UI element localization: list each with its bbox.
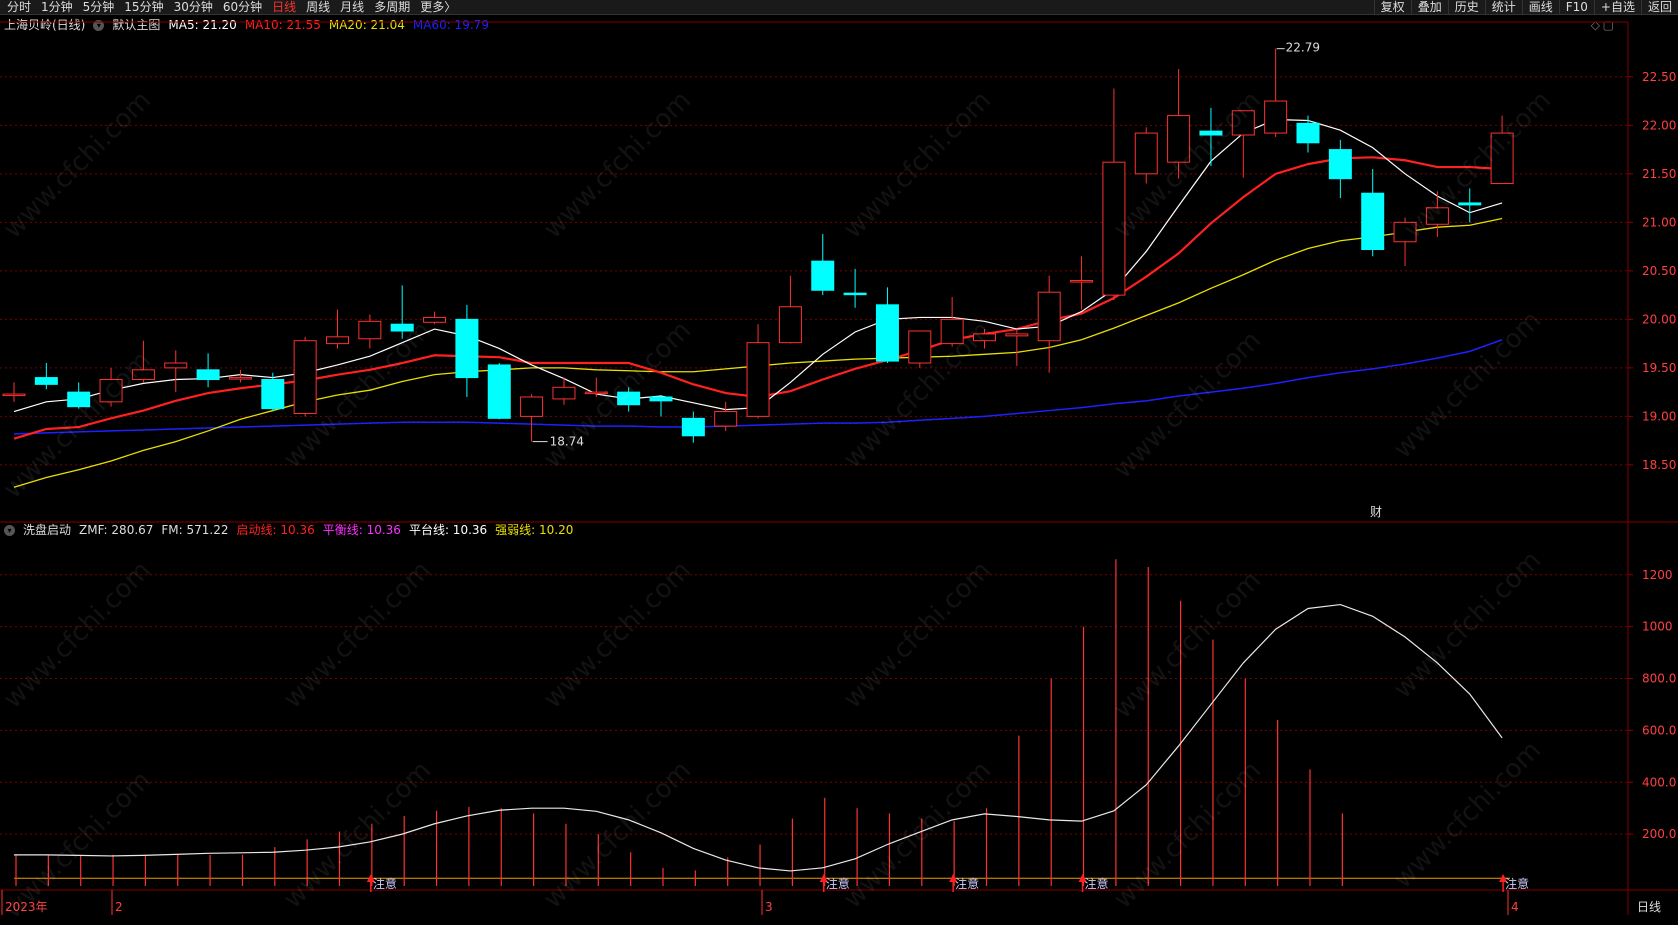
candle-body-down: [1458, 202, 1482, 206]
candle-body-up: [358, 320, 382, 340]
candle-body-up: [2, 393, 26, 397]
sub-axis-label: 600.0: [1642, 723, 1676, 737]
sub-axis-label: 200.0: [1642, 827, 1676, 841]
attention-label: 注意: [373, 876, 397, 891]
date-label: 2023年: [5, 900, 48, 914]
candle-body-down: [843, 292, 867, 296]
candle-body-up: [908, 330, 932, 364]
candle-body-down: [487, 364, 511, 419]
candle-body-up: [293, 340, 317, 414]
date-label: 2: [115, 900, 123, 914]
candle-body-up: [973, 333, 996, 342]
candle-body-up: [1425, 207, 1449, 225]
candle-body-up: [1264, 100, 1288, 134]
candle-body-down: [811, 260, 835, 291]
candle-body-up: [746, 342, 770, 417]
candle-body-down: [681, 417, 705, 437]
fm-line: [14, 603, 1503, 872]
candle-body-down: [261, 379, 285, 410]
low-price-label: 18.74: [550, 435, 584, 449]
candle-body-down: [1328, 149, 1352, 180]
price-axis-label: 20.50: [1642, 264, 1676, 278]
candle-body-down: [617, 391, 641, 406]
sub-axis-label: 1000: [1642, 620, 1673, 634]
date-label: 4: [1511, 900, 1519, 914]
candle-body-up: [131, 369, 155, 381]
candle-body-up: [1134, 132, 1158, 175]
candle-body-down: [1296, 122, 1320, 144]
price-axis-label: 21.50: [1642, 167, 1676, 181]
candle-body-up: [584, 391, 608, 395]
candle-body-up: [1102, 161, 1126, 296]
candle-body-down: [649, 396, 673, 402]
candle-body-down: [196, 369, 220, 381]
candle-body-down: [67, 391, 91, 408]
period-corner-label: 日线: [1637, 900, 1661, 914]
candle-body-down: [1199, 130, 1223, 136]
candle-body-up: [1393, 221, 1417, 243]
candle-body-up: [940, 318, 964, 345]
finance-marker: 财: [1370, 505, 1382, 519]
candle-body-up: [99, 379, 123, 403]
candle-body-down: [875, 304, 899, 362]
attention-label: 注意: [826, 876, 850, 891]
candle-body-up: [326, 336, 349, 345]
candle-body-up: [228, 377, 252, 380]
candle-body-up: [1490, 132, 1514, 185]
price-axis-label: 21.00: [1642, 215, 1676, 229]
attention-label: 注意: [1505, 876, 1529, 891]
candle-body-up: [1167, 115, 1191, 163]
candle-body-up: [1231, 110, 1255, 136]
candle-body-down: [34, 377, 58, 385]
candle-body-up: [714, 411, 738, 427]
candle-body-up: [778, 306, 802, 344]
attention-label: 注意: [955, 876, 979, 891]
price-axis-label: 18.50: [1642, 458, 1676, 472]
candle-body-up: [1005, 333, 1029, 337]
candle-body-up: [1070, 280, 1094, 283]
price-axis-label: 22.00: [1642, 118, 1676, 132]
candle-body-down: [455, 318, 479, 379]
date-label: 3: [765, 900, 773, 914]
candle-body-down: [1361, 192, 1385, 251]
attention-label: 注意: [1085, 876, 1109, 891]
candle-body-up: [1037, 291, 1061, 342]
price-axis-label: 22.50: [1642, 70, 1676, 84]
price-axis-label: 19.00: [1642, 409, 1676, 423]
candle-body-up: [520, 396, 544, 417]
price-axis-label: 19.50: [1642, 361, 1676, 375]
sub-axis-label: 1200: [1642, 568, 1673, 582]
candle-body-up: [552, 386, 576, 400]
candle-body-up: [423, 316, 447, 323]
sub-axis-label: 800.0: [1642, 672, 1676, 686]
kline-chart[interactable]: 22.50 22.00 21.50 21.00 20.50 20.00 19.50 19.00…: [0, 0, 1678, 915]
candle-body-up: [164, 362, 188, 369]
sub-axis-label: 400.0: [1642, 775, 1676, 789]
high-price-label: 22.79: [1286, 41, 1320, 55]
price-axis-label: 20.00: [1642, 312, 1676, 326]
candle-body-down: [390, 323, 414, 332]
